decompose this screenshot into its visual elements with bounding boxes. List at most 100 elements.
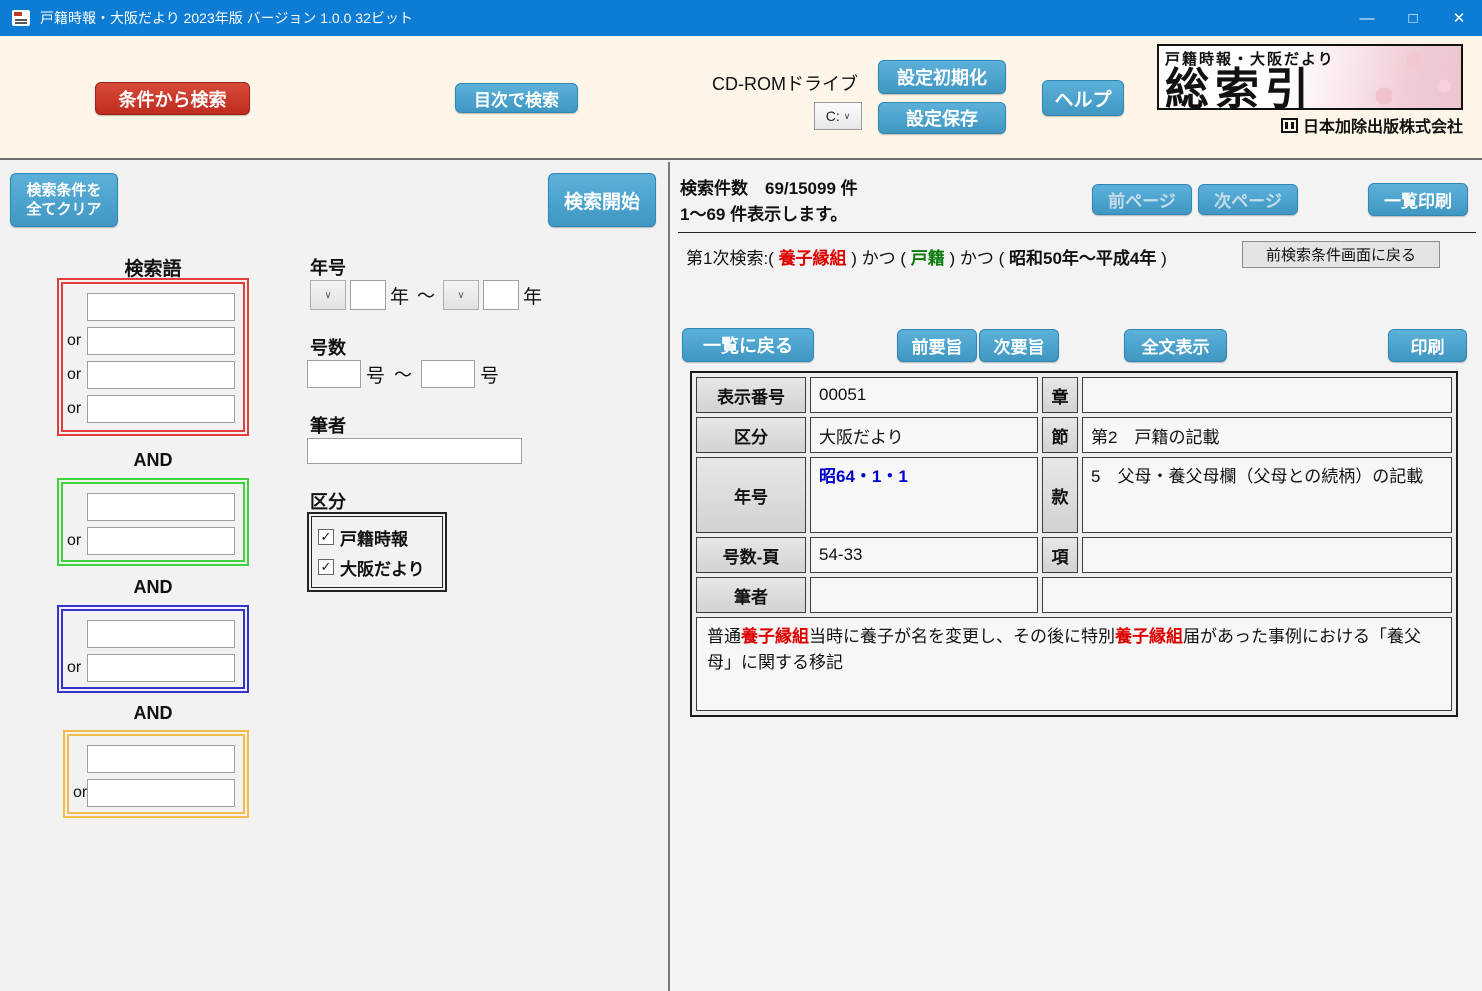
checkbox-osaka-dayori[interactable]: ✓ 大阪だより: [318, 555, 436, 580]
author-input[interactable]: [307, 438, 522, 464]
print-list-button[interactable]: 一覧印刷: [1368, 183, 1468, 216]
or-label: or: [65, 659, 87, 677]
app-header: 条件から検索 目次で検索 CD-ROMドライブ C: ∨ 設定初期化 設定保存 …: [0, 36, 1482, 160]
paragraph-header: 項: [1042, 537, 1078, 573]
drive-value: C:: [826, 108, 840, 124]
title-bar: 戸籍時報・大阪だより 2023年版 バージョン 1.0.0 32ビット — □ …: [0, 0, 1482, 36]
prev-abstract-button[interactable]: 前要旨: [897, 329, 977, 362]
record-summary: 普通養子縁組当時に養子が名を変更し、その後に特別養子縁組届があった事例における「…: [696, 617, 1452, 711]
keyword-1-input-3[interactable]: [87, 361, 235, 389]
era-header: 年号: [696, 457, 806, 533]
query-term-green: 戸籍: [911, 249, 945, 268]
section-header: 節: [1042, 417, 1078, 453]
full-text-button[interactable]: 全文表示: [1124, 329, 1227, 362]
and-label-2: AND: [57, 577, 249, 598]
era-range-row: ∨ 年 ～ ∨ 年: [310, 280, 542, 310]
next-abstract-button[interactable]: 次要旨: [979, 329, 1059, 362]
print-button[interactable]: 印刷: [1388, 329, 1467, 362]
start-search-button[interactable]: 検索開始: [548, 173, 656, 227]
category-value: 大阪だより: [810, 417, 1038, 453]
era-value: 昭64・1・1: [810, 457, 1038, 533]
publisher-name: 日本加除出版株式会社: [1303, 113, 1463, 137]
era-to-year-input[interactable]: [483, 280, 519, 310]
or-label: or: [71, 784, 87, 802]
close-button[interactable]: ✕: [1436, 0, 1482, 36]
issue-unit-label: 号: [366, 361, 385, 388]
chapter-header: 章: [1042, 377, 1078, 413]
keyword-group-3: or: [57, 605, 249, 693]
checkbox-checked-icon: ✓: [318, 559, 334, 575]
era-from-select[interactable]: ∨: [310, 280, 346, 310]
checkbox-koseki-jiho[interactable]: ✓ 戸籍時報: [318, 525, 436, 550]
issue-to-input[interactable]: [421, 360, 475, 388]
next-page-button[interactable]: 次ページ: [1198, 184, 1298, 215]
back-to-list-button[interactable]: 一覧に戻る: [682, 328, 814, 362]
extra-value: [1042, 577, 1452, 613]
publisher-line: 日本加除出版株式会社: [1157, 113, 1463, 137]
year-unit-label: 年: [390, 282, 409, 309]
maximize-button[interactable]: □: [1390, 0, 1436, 36]
logo-title: 総索引: [1165, 69, 1457, 110]
issue-page-header: 号数-頁: [696, 537, 806, 573]
init-settings-button[interactable]: 設定初期化: [878, 60, 1006, 94]
and-label-1: AND: [57, 450, 249, 471]
clear-all-conditions-button[interactable]: 検索条件を 全てクリア: [10, 173, 118, 227]
record-detail-table: 表示番号 00051 章 区分 大阪だより 節 第2 戸籍の記載 年号 昭64・…: [690, 371, 1458, 717]
keyword-3-input-1[interactable]: [87, 620, 235, 648]
chevron-down-icon: ∨: [324, 290, 331, 301]
era-label: 年号: [310, 254, 346, 280]
summary-highlight: 養子縁組: [741, 627, 809, 646]
window-controls: — □ ✕: [1344, 0, 1482, 36]
keyword-3-input-2[interactable]: [87, 654, 235, 682]
cdrom-drive-label: CD-ROMドライブ: [712, 70, 858, 96]
checkbox-label: 大阪だより: [340, 555, 425, 580]
result-display-range: 1～69 件表示します。: [680, 200, 847, 225]
back-to-condition-button[interactable]: 前検索条件画面に戻る: [1242, 241, 1440, 268]
keyword-4-input-2[interactable]: [87, 779, 235, 807]
display-no-header: 表示番号: [696, 377, 806, 413]
paragraph-value: [1082, 537, 1452, 573]
keyword-1-input-1[interactable]: [87, 293, 235, 321]
prev-page-button[interactable]: 前ページ: [1092, 184, 1192, 215]
keyword-1-input-4[interactable]: [87, 395, 235, 423]
author-value: [810, 577, 1038, 613]
issue-label: 号数: [310, 334, 346, 360]
and-label-3: AND: [57, 703, 249, 724]
save-settings-button[interactable]: 設定保存: [878, 102, 1006, 134]
query-term-red: 養子縁組: [779, 249, 847, 268]
app-icon: [12, 10, 30, 26]
results-divider: [678, 232, 1476, 233]
search-by-toc-button[interactable]: 目次で検索: [455, 83, 578, 113]
chevron-down-icon: ∨: [844, 111, 851, 122]
issue-from-input[interactable]: [307, 360, 361, 388]
summary-highlight: 養子縁組: [1115, 627, 1183, 646]
or-label: or: [65, 400, 87, 418]
issue-range-row: 号 ～ 号: [307, 360, 499, 388]
publisher-mark-icon: [1281, 118, 1298, 133]
keyword-label: 検索語: [57, 254, 249, 281]
product-logo: 戸籍時報・大阪だより 総索引 日本加除出版株式会社: [1157, 44, 1463, 137]
search-query-summary: 第1次検索:( 養子縁組 ) かつ ( 戸籍 ) かつ ( 昭和50年～平成4年…: [686, 244, 1167, 269]
chevron-down-icon: ∨: [457, 290, 464, 301]
help-button[interactable]: ヘルプ: [1042, 80, 1124, 116]
minimize-button[interactable]: —: [1344, 0, 1390, 36]
window-title: 戸籍時報・大阪だより 2023年版 バージョン 1.0.0 32ビット: [40, 8, 413, 28]
cdrom-drive-select[interactable]: C: ∨: [814, 102, 862, 130]
result-count: 検索件数 69/15099 件: [680, 174, 858, 199]
range-tilde: ～: [417, 282, 435, 308]
search-panel: 検索条件を 全てクリア 検索開始 検索語 or or or AND or AND…: [0, 162, 668, 991]
keyword-2-input-1[interactable]: [87, 493, 235, 521]
results-panel: 検索件数 69/15099 件 1～69 件表示します。 前ページ 次ページ 一…: [670, 162, 1482, 991]
era-from-year-input[interactable]: [350, 280, 386, 310]
era-to-select[interactable]: ∨: [443, 280, 479, 310]
range-tilde: ～: [394, 361, 412, 387]
keyword-4-input-1[interactable]: [87, 745, 235, 773]
author-label: 筆者: [310, 412, 346, 438]
display-no-value: 00051: [810, 377, 1038, 413]
search-by-condition-button[interactable]: 条件から検索: [95, 82, 250, 115]
or-label: or: [65, 532, 87, 550]
keyword-group-1: or or or: [57, 278, 249, 436]
keyword-1-input-2[interactable]: [87, 327, 235, 355]
checkbox-checked-icon: ✓: [318, 529, 334, 545]
keyword-2-input-2[interactable]: [87, 527, 235, 555]
